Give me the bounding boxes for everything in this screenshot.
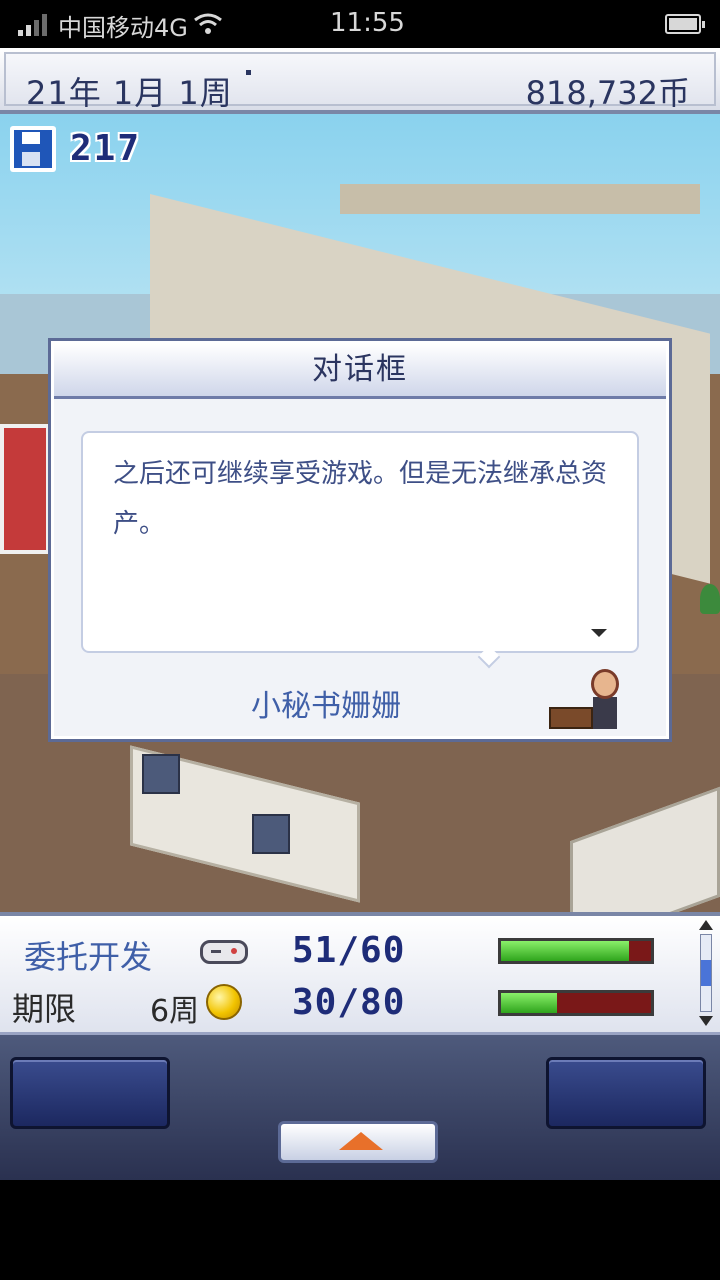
date-indicator-dot <box>246 70 251 75</box>
secretary-avatar <box>549 667 627 731</box>
deadline-bar <box>498 990 654 1016</box>
save-counter: 217 <box>70 128 142 169</box>
menu-button[interactable] <box>278 1121 438 1163</box>
deadline-value: 6周 <box>150 994 200 1029</box>
monitor-icon <box>142 754 180 794</box>
scroll-down-icon[interactable] <box>699 1016 713 1026</box>
progress-fraction: 51/60 <box>292 930 406 971</box>
coin-icon <box>206 984 242 1020</box>
wifi-icon <box>194 13 222 34</box>
carrier-label: 中国移动4G <box>58 14 188 42</box>
clock: 11:55 <box>330 8 405 38</box>
project-type-label: 委托开发 <box>24 938 153 976</box>
deadline-fraction: 30/80 <box>292 982 406 1023</box>
save-disk-icon[interactable] <box>10 126 56 172</box>
office-wall-top <box>340 184 700 214</box>
gamepad-icon <box>200 940 248 964</box>
dialog-box[interactable]: 对话框 之后还可继续享受游戏。但是无法继承总资产。 小秘书姗姗 <box>48 338 672 742</box>
dialog-title: 对话框 <box>312 352 408 387</box>
up-arrow-icon <box>339 1132 383 1150</box>
left-action-button[interactable] <box>10 1057 170 1129</box>
progress-bar <box>498 938 654 964</box>
speaker-name: 小秘书姗姗 <box>251 689 401 724</box>
dialog-message: 之后还可继续享受游戏。但是无法继承总资产。 <box>113 459 608 539</box>
potted-plant <box>700 584 720 614</box>
project-panel[interactable]: 委托开发 51/60 期限 6周 30/80 <box>0 912 720 1032</box>
deadline-label: 期限 <box>12 990 77 1028</box>
dialog-title-bar: 对话框 <box>54 344 666 399</box>
status-bar: 中国移动4G 11:55 <box>0 0 720 48</box>
vending-shelf <box>0 424 50 554</box>
battery-icon <box>665 14 705 34</box>
continue-arrow-icon <box>591 629 607 637</box>
panel-scrollbar[interactable] <box>696 920 716 1026</box>
monitor-icon <box>252 814 290 854</box>
signal-icon <box>18 14 50 36</box>
game-date: 21年 1月 1周 <box>26 74 233 112</box>
top-info-bar: 21年 1月 1周 818,732币 <box>0 48 720 114</box>
money-display: 818,732币 <box>525 74 690 112</box>
project-row-progress: 委托开发 51/60 <box>0 926 690 978</box>
right-action-button[interactable] <box>546 1057 706 1129</box>
scroll-thumb[interactable] <box>701 960 711 986</box>
dialog-message-box[interactable]: 之后还可继续享受游戏。但是无法继承总资产。 <box>81 431 639 653</box>
control-bar <box>0 1032 720 1180</box>
project-row-deadline: 期限 6周 30/80 <box>0 978 690 1030</box>
scroll-up-icon[interactable] <box>699 920 713 930</box>
